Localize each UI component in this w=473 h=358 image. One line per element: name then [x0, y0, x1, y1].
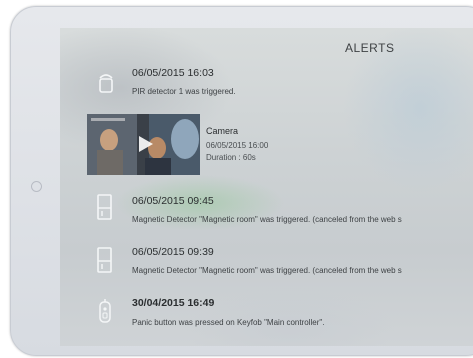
camera-label: Camera — [206, 126, 239, 136]
alert-timestamp: 06/05/2015 09:45 — [132, 195, 214, 207]
camera-timestamp: 06/05/2015 16:00 — [206, 141, 269, 150]
alert-timestamp: 06/05/2015 16:03 — [132, 67, 214, 79]
play-icon[interactable] — [139, 136, 153, 157]
magnetic-detector-icon — [97, 194, 112, 220]
alerts-screen: ALERTS 06/05/2015 16:03 PIR detector 1 w… — [60, 28, 473, 346]
magnetic-detector-icon — [97, 247, 112, 273]
page-title: ALERTS — [345, 41, 395, 55]
alert-message: Magnetic Detector "Magnetic room" was tr… — [132, 266, 402, 275]
alert-timestamp: 06/05/2015 09:39 — [132, 246, 214, 258]
pir-detector-icon — [98, 70, 113, 93]
keyfob-icon — [99, 299, 113, 323]
alert-timestamp: 30/04/2015 16:49 — [132, 297, 215, 309]
alert-message: Panic button was pressed on Keyfob "Main… — [132, 318, 325, 327]
camera-duration: Duration : 60s — [206, 153, 256, 162]
alert-message: PIR detector 1 was triggered. — [132, 87, 236, 96]
home-button[interactable] — [31, 181, 42, 192]
camera-thumbnail[interactable] — [87, 114, 200, 175]
alert-message: Magnetic Detector "Magnetic room" was tr… — [132, 215, 402, 224]
